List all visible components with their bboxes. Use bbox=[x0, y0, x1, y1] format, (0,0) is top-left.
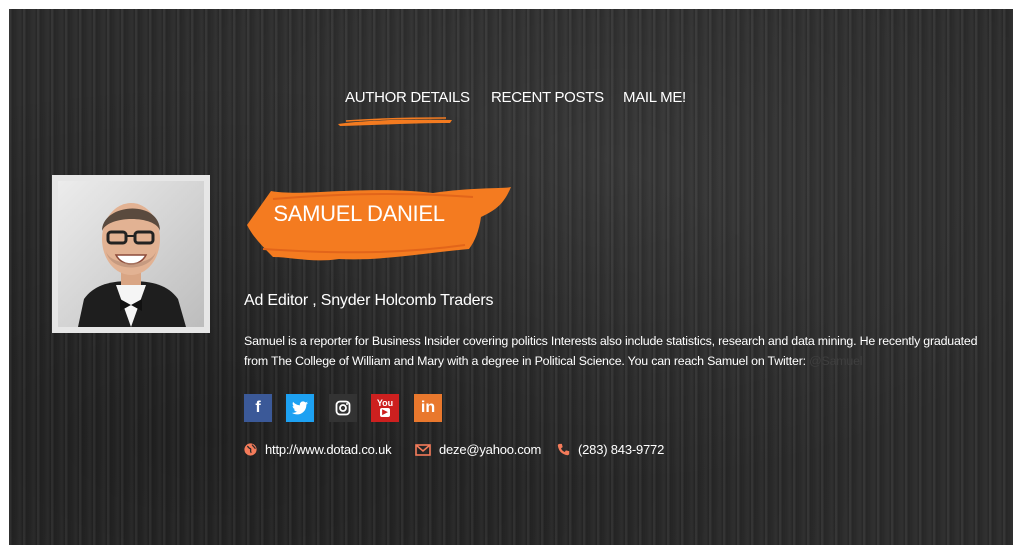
email-link[interactable]: deze@yahoo.com bbox=[439, 442, 541, 457]
email-contact[interactable]: deze@yahoo.com bbox=[415, 442, 541, 457]
facebook-icon[interactable]: f bbox=[244, 394, 272, 422]
instagram-icon[interactable] bbox=[329, 394, 357, 422]
tab-author-details[interactable]: AUTHOR DETAILS bbox=[338, 89, 470, 126]
phone-contact[interactable]: (283) 843-9772 bbox=[557, 442, 664, 457]
tab-mail-me[interactable]: MAIL ME! bbox=[623, 89, 686, 106]
author-name-badge: SAMUEL DANIEL bbox=[243, 179, 515, 269]
author-role: Ad Editor , Snyder Holcomb Traders bbox=[244, 292, 494, 309]
instagram-camera-glyph bbox=[335, 400, 351, 416]
facebook-glyph: f bbox=[255, 399, 261, 416]
globe-icon bbox=[244, 443, 257, 456]
tab-recent-posts[interactable]: RECENT POSTS bbox=[491, 89, 604, 106]
twitter-bird-glyph bbox=[292, 401, 308, 415]
phone-number[interactable]: (283) 843-9772 bbox=[578, 442, 664, 457]
youtube-icon[interactable]: You ▶ bbox=[371, 394, 399, 422]
linkedin-glyph: in bbox=[420, 399, 436, 416]
website-link[interactable]: http://www.dotad.co.uk bbox=[265, 442, 392, 457]
author-avatar bbox=[52, 175, 210, 333]
tab-mail-me-label: MAIL ME! bbox=[623, 89, 686, 106]
author-portrait bbox=[58, 181, 204, 327]
author-panel: AUTHOR DETAILS RECENT POSTS MAIL ME! SAM… bbox=[9, 9, 1013, 545]
twitter-handle-link[interactable]: @Samuel bbox=[809, 354, 862, 368]
active-tab-underline bbox=[338, 117, 452, 126]
author-bio-text: Samuel is a reporter for Business Inside… bbox=[244, 334, 978, 368]
author-bio: Samuel is a reporter for Business Inside… bbox=[244, 331, 984, 371]
envelope-icon bbox=[415, 443, 431, 456]
linkedin-icon[interactable]: in bbox=[414, 394, 442, 422]
tab-recent-posts-label: RECENT POSTS bbox=[491, 89, 604, 106]
phone-icon bbox=[557, 443, 570, 456]
website-contact[interactable]: http://www.dotad.co.uk bbox=[244, 442, 392, 457]
author-name: SAMUEL DANIEL bbox=[273, 201, 445, 226]
twitter-icon[interactable] bbox=[286, 394, 314, 422]
youtube-glyph: You bbox=[376, 398, 394, 408]
youtube-tube-mark: ▶ bbox=[380, 408, 390, 417]
tab-author-details-label: AUTHOR DETAILS bbox=[345, 89, 470, 106]
